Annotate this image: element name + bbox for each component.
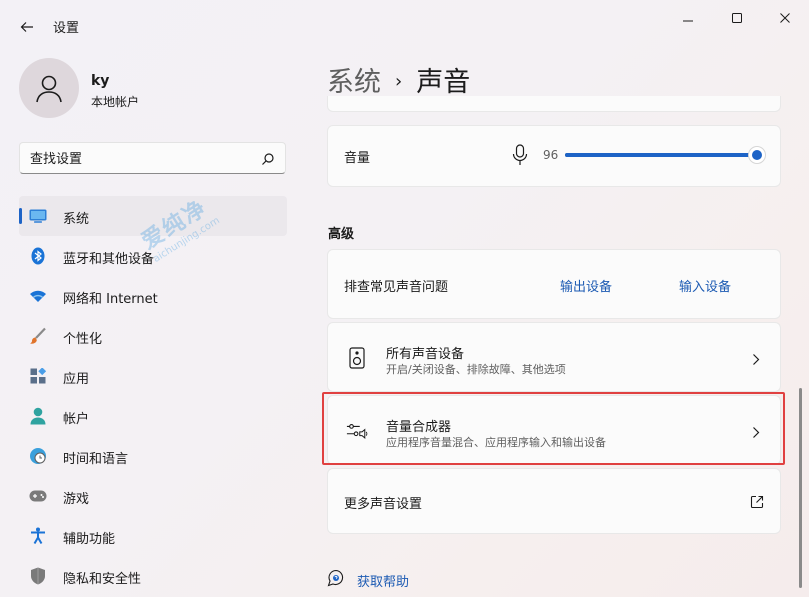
sidebar-item-personalization[interactable]: 个性化 (19, 316, 287, 356)
sidebar-item-system[interactable]: 系统 (19, 196, 287, 236)
profile-name: ky (91, 73, 110, 89)
active-indicator (19, 208, 22, 224)
sidebar-item-label: 网络和 Internet (63, 292, 158, 307)
sidebar-item-label: 蓝牙和其他设备 (63, 252, 155, 267)
globe-clock-icon (29, 447, 47, 465)
accessibility-icon (29, 527, 47, 545)
profile-account-type: 本地帐户 (91, 95, 140, 109)
page-title: 声音 (416, 67, 471, 98)
section-title-advanced: 高级 (328, 227, 355, 242)
minimize-button[interactable] (676, 8, 700, 28)
sidebar-item-label: 系统 (63, 212, 90, 227)
sidebar-item-accessibility[interactable]: 辅助功能 (19, 516, 287, 556)
minimize-icon (683, 20, 693, 22)
volume-mixer-title: 音量合成器 (386, 420, 452, 435)
sidebar-nav: 系统 蓝牙和其他设备 网络和 Internet 个性化 应用 帐户 时间和语言 … (19, 196, 287, 596)
chevron-right-icon (752, 351, 760, 370)
volume-slider-fill (565, 153, 757, 157)
all-sound-devices-row[interactable]: 所有声音设备 开启/关闭设备、排除故障、其他选项 (327, 322, 781, 392)
bluetooth-icon (29, 247, 47, 265)
maximize-button[interactable] (725, 8, 749, 28)
close-icon (780, 13, 790, 23)
breadcrumb-parent[interactable]: 系统 (327, 67, 381, 98)
help-icon (327, 569, 345, 591)
person-icon (36, 75, 62, 103)
sidebar-item-label: 个性化 (63, 332, 103, 347)
get-help-link[interactable]: 获取帮助 (327, 569, 409, 591)
back-arrow-icon (20, 22, 33, 32)
sidebar-item-label: 帐户 (63, 412, 90, 427)
get-help-label: 获取帮助 (357, 574, 410, 590)
microphone-icon (512, 144, 528, 170)
avatar[interactable] (19, 58, 79, 118)
volume-value: 96 (543, 148, 559, 162)
sidebar-item-label: 辅助功能 (63, 532, 116, 547)
volume-mixer-subtitle: 应用程序音量混合、应用程序输入和输出设备 (386, 436, 606, 449)
breadcrumb: 系统 › 声音 (327, 60, 470, 99)
sidebar-item-label: 应用 (63, 372, 90, 387)
person-icon (29, 407, 47, 425)
external-link-icon (750, 494, 764, 513)
mixer-icon (346, 420, 368, 442)
more-sound-settings-row[interactable]: 更多声音设置 (327, 468, 781, 534)
volume-label: 音量 (344, 151, 371, 166)
volume-slider-thumb[interactable] (748, 146, 766, 164)
output-devices-link[interactable]: 输出设备 (560, 276, 612, 295)
troubleshoot-label: 排查常见声音问题 (344, 280, 449, 295)
sidebar-item-bluetooth[interactable]: 蓝牙和其他设备 (19, 236, 287, 276)
maximize-icon (732, 13, 742, 23)
speaker-icon (346, 347, 368, 369)
volume-slider[interactable] (565, 146, 766, 164)
sidebar-item-time-language[interactable]: 时间和语言 (19, 436, 287, 476)
sidebar-item-label: 游戏 (63, 492, 90, 507)
search-icon[interactable] (261, 151, 275, 170)
sidebar-item-privacy[interactable]: 隐私和安全性 (19, 556, 287, 596)
sidebar-item-apps[interactable]: 应用 (19, 356, 287, 396)
all-sound-devices-subtitle: 开启/关闭设备、排除故障、其他选项 (386, 363, 566, 376)
apps-icon (29, 367, 47, 385)
sidebar-item-network[interactable]: 网络和 Internet (19, 276, 287, 316)
shield-icon (29, 567, 47, 585)
troubleshoot-card: 排查常见声音问题 输出设备 输入设备 (327, 249, 781, 319)
close-button[interactable] (773, 8, 797, 28)
volume-card: 音量 96 (327, 125, 781, 187)
volume-mixer-row[interactable]: 音量合成器 应用程序音量混合、应用程序输入和输出设备 (327, 395, 781, 465)
input-devices-link[interactable]: 输入设备 (679, 276, 731, 295)
search-input[interactable] (30, 149, 250, 169)
brush-icon (29, 327, 47, 345)
sidebar-item-gaming[interactable]: 游戏 (19, 476, 287, 516)
breadcrumb-separator: › (395, 71, 403, 92)
monitor-icon (29, 207, 47, 225)
previous-card (327, 96, 781, 112)
gamepad-icon (29, 487, 47, 505)
wifi-icon (29, 287, 47, 305)
all-sound-devices-title: 所有声音设备 (386, 347, 465, 362)
chevron-right-icon (752, 424, 760, 443)
back-button[interactable] (14, 14, 40, 40)
search-box[interactable] (19, 142, 286, 174)
app-title: 设置 (53, 21, 80, 36)
scrollbar[interactable] (799, 388, 802, 588)
sidebar-item-accounts[interactable]: 帐户 (19, 396, 287, 436)
title-bar: 设置 (0, 0, 809, 52)
sidebar-item-label: 时间和语言 (63, 452, 129, 467)
sidebar-item-label: 隐私和安全性 (63, 572, 142, 587)
more-sound-settings-label: 更多声音设置 (344, 497, 423, 512)
